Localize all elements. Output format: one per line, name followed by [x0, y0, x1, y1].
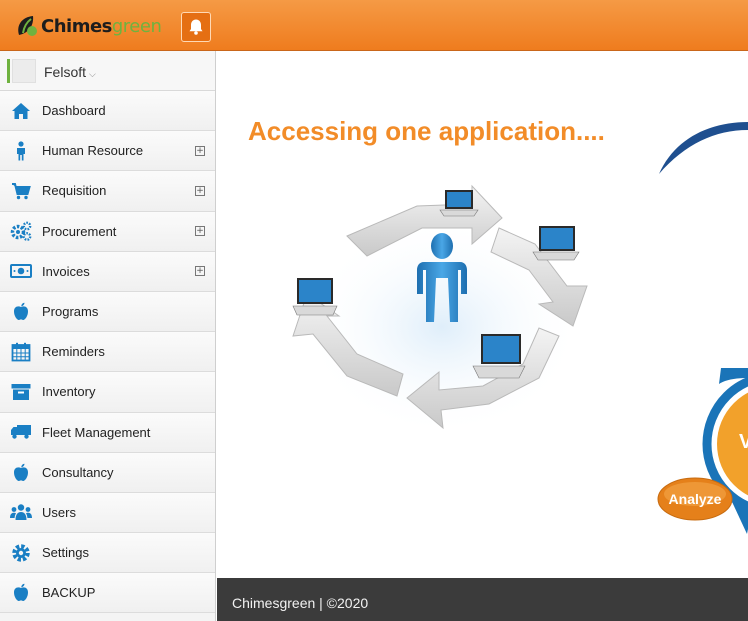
- analyze-cycle-graphic: Analyze V: [657, 368, 748, 534]
- sidebar-item-label: Fleet Management: [42, 424, 151, 440]
- laptop-icon: [532, 226, 580, 261]
- sidebar-item-procurement[interactable]: Procurement +: [0, 211, 215, 252]
- calendar-icon: [10, 341, 32, 363]
- sidebar-item-label: Consultancy: [42, 464, 114, 480]
- sidebar-item-dashboard[interactable]: Dashboard: [0, 91, 215, 132]
- company-indicator: [7, 59, 10, 83]
- sidebar-item-backup[interactable]: BACKUP: [0, 573, 215, 614]
- sidebar-item-label: Settings: [42, 545, 89, 561]
- expand-plus-icon[interactable]: +: [195, 266, 205, 277]
- sidebar-item-label: Inventory: [42, 384, 96, 400]
- sidebar: Felsoft ⌵ Dashboard Human Resource + Requ…: [0, 51, 216, 621]
- sidebar-item-label: BACKUP: [42, 585, 96, 601]
- person-icon: [10, 140, 32, 162]
- sidebar-item-requisition[interactable]: Requisition +: [0, 171, 215, 212]
- slide-headline: Accessing one application....: [248, 116, 605, 146]
- footer-copyright: Chimesgreen | ©2020: [232, 595, 369, 611]
- sidebar-item-invoices[interactable]: Invoices +: [0, 251, 215, 292]
- sidebar-item-label: Programs: [42, 304, 99, 320]
- sidebar-item-consultancy[interactable]: Consultancy: [0, 452, 215, 493]
- cart-icon: [10, 180, 32, 202]
- sidebar-item-users[interactable]: Users: [0, 492, 215, 534]
- apple-icon: [10, 582, 32, 604]
- logo-text: Chimesgreen: [41, 15, 162, 37]
- footer: Chimesgreen | ©2020: [217, 578, 748, 621]
- sidebar-item-label: Human Resource: [42, 143, 144, 159]
- gear-icon: [10, 542, 32, 564]
- sidebar-item-label: Reminders: [42, 344, 105, 360]
- company-avatar: [12, 59, 36, 83]
- bell-icon: [189, 19, 203, 35]
- apple-icon: [10, 301, 32, 323]
- chevron-down-icon: ⌵: [89, 69, 96, 79]
- sidebar-item-human-resource[interactable]: Human Resource +: [0, 131, 215, 172]
- gears-icon: [10, 220, 32, 242]
- sidebar-item-settings[interactable]: Settings: [0, 533, 215, 574]
- company-switcher[interactable]: Felsoft ⌵: [0, 51, 215, 91]
- company-name: Felsoft ⌵: [44, 64, 96, 80]
- expand-plus-icon[interactable]: +: [195, 226, 205, 237]
- notification-button[interactable]: [181, 12, 211, 42]
- sidebar-item-label: Procurement: [42, 223, 117, 239]
- top-header: Chimesgreen: [0, 0, 748, 51]
- main-content: Accessing one application.... Analyze V: [217, 51, 748, 578]
- decorative-arc: [659, 122, 748, 174]
- sidebar-item-label: Users: [42, 504, 76, 520]
- archive-icon: [10, 381, 32, 403]
- sidebar-item-reminders[interactable]: Reminders: [0, 332, 215, 373]
- apple-icon: [10, 461, 32, 483]
- sidebar-item-inventory[interactable]: Inventory: [0, 372, 215, 413]
- truck-icon: [10, 421, 32, 443]
- sidebar-item-fleet-management[interactable]: Fleet Management: [0, 412, 215, 453]
- app-logo[interactable]: Chimesgreen: [14, 12, 162, 40]
- laptop-icon: [292, 278, 338, 316]
- sidebar-item-programs[interactable]: Programs: [0, 291, 215, 333]
- expand-plus-icon[interactable]: +: [195, 145, 205, 156]
- sidebar-item-label: Dashboard: [42, 103, 106, 119]
- svg-text:V: V: [739, 431, 748, 453]
- sidebar-item-label: Requisition: [42, 183, 107, 199]
- home-icon: [10, 100, 32, 122]
- sidebar-item-label: Invoices: [42, 263, 90, 279]
- leaf-logo-icon: [18, 16, 37, 36]
- analyze-label: Analyze: [669, 491, 722, 507]
- laptop-icon: [439, 190, 479, 217]
- money-icon: [10, 260, 32, 282]
- expand-plus-icon[interactable]: +: [195, 185, 205, 196]
- users-icon: [10, 501, 32, 523]
- network-cycle-illustration: [292, 184, 588, 430]
